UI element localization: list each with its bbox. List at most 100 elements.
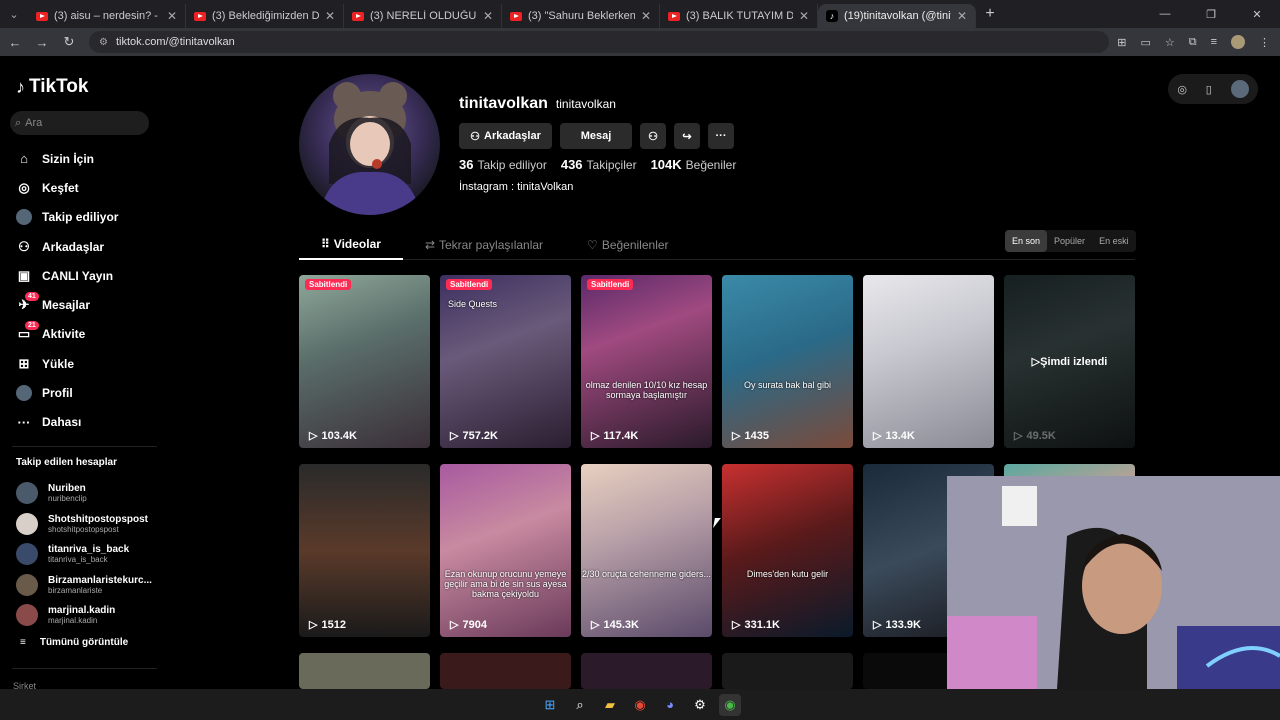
friends-button[interactable]: ⚇ Arkadaşlar <box>459 123 552 149</box>
compass-icon: ◎ <box>18 179 30 195</box>
chrome-active-icon[interactable]: ◉ <box>719 693 741 716</box>
tab-close-icon[interactable]: ✕ <box>167 9 177 23</box>
company-footer-link[interactable]: Şirket <box>13 681 36 689</box>
profile-avatar[interactable] <box>299 74 440 215</box>
extensions-icon[interactable]: ⧉ <box>1189 36 1197 49</box>
sidebar-item[interactable]: ⌂ Sizin İçin <box>0 144 160 173</box>
account-text: Nuriben nuribenclip <box>48 483 87 503</box>
sidebar-item[interactable]: ▭ 21 Aktivite <box>0 320 160 349</box>
sidebar-item[interactable]: ◎ Keşfet <box>0 173 160 202</box>
reload-icon[interactable]: ↻ <box>57 34 81 50</box>
taskbar-search-icon[interactable]: ⌕ <box>569 694 591 716</box>
sidebar-item[interactable]: Takip ediliyor <box>0 203 160 232</box>
video-thumbnail[interactable]: Ezan okunup orucunu yemeye geçilir ama b… <box>440 464 571 637</box>
browser-tab[interactable]: (3) "Sahuru Beklerken İzlemelik... ✕ <box>502 4 660 28</box>
tab-close-icon[interactable]: ✕ <box>641 9 651 23</box>
video-thumbnail[interactable] <box>581 653 712 689</box>
play-icon: ▷ <box>309 619 318 631</box>
tab-search-icon[interactable]: ⌄ <box>0 0 28 28</box>
video-thumbnail[interactable] <box>299 653 430 689</box>
browser-profile-avatar[interactable] <box>1231 35 1245 49</box>
video-thumbnail[interactable]: Oy surata bak bal gibi ▷ 1435 <box>722 275 853 448</box>
device-icon[interactable]: ▯ <box>1206 83 1212 96</box>
sidebar-item[interactable]: ✈ 41 Mesajlar <box>0 290 160 319</box>
discord-icon[interactable]: ◕ <box>659 694 681 716</box>
browser-tab[interactable]: (3) BALIK TUTAYIM DEDİM BAL... ✕ <box>660 4 818 28</box>
video-thumbnail[interactable] <box>722 653 853 689</box>
following-account[interactable]: marjinal.kadin marjinal.kadin <box>16 600 152 631</box>
message-button[interactable]: Mesaj <box>560 123 632 149</box>
following-account[interactable]: titanriva_is_back titanriva_is_back <box>16 539 152 570</box>
chrome-icon[interactable]: ◉ <box>629 694 651 716</box>
sidebar-item[interactable]: Profil <box>0 378 160 407</box>
sort-popular[interactable]: Popüler <box>1047 230 1092 252</box>
forward-icon[interactable]: → <box>30 35 54 50</box>
video-thumbnail[interactable]: Sabitlendi ▷ 103.4K <box>299 275 430 448</box>
reading-list-icon[interactable]: ≡ <box>1211 36 1217 48</box>
sidebar-divider <box>12 668 157 669</box>
file-explorer-icon[interactable]: ▰ <box>599 694 621 716</box>
sidebar-item[interactable]: ··· Dahası <box>0 408 160 437</box>
url-field[interactable]: ⚙ tiktok.com/@tinitavolkan <box>89 31 1109 53</box>
followers-stat[interactable]: 436 Takipçiler <box>561 157 637 172</box>
account-handle: birzamanlariste <box>48 585 103 595</box>
following-stat[interactable]: 36 Takip ediliyor <box>459 157 547 172</box>
coins-icon[interactable]: ◎ <box>1177 83 1187 96</box>
play-icon: ▷ <box>591 619 600 631</box>
account-handle: marjinal.kadin <box>48 616 98 626</box>
video-thumbnail[interactable]: ▷ Şimdi izlendi ▷ 49.5K <box>1004 275 1135 448</box>
browser-tab[interactable]: ♪ (19)tinitavolkan (@tinitavolkan)... ✕ <box>818 4 976 28</box>
translate-icon[interactable]: ⊞ <box>1117 36 1126 49</box>
search-input[interactable]: ⌕ Ara <box>10 111 149 135</box>
sort-oldest[interactable]: En eski <box>1092 230 1136 252</box>
view-count: ▷ 13.4K <box>873 429 915 443</box>
video-thumbnail[interactable]: ▷ 1512 <box>299 464 430 637</box>
suggested-accounts-button[interactable]: ⚇ <box>640 123 666 149</box>
see-all-button[interactable]: ≡ Tümünü görüntüle <box>20 637 128 648</box>
profile-avatar-icon <box>16 385 32 402</box>
close-window-icon[interactable]: ✕ <box>1234 0 1280 28</box>
pinned-badge: Sabitlendi <box>587 279 634 290</box>
play-icon: ▷ <box>732 619 741 631</box>
sidebar-item[interactable]: ⊞ Yükle <box>0 349 160 378</box>
share-button[interactable]: ↪ <box>674 123 700 149</box>
tab-close-icon[interactable]: ✕ <box>957 9 967 23</box>
following-account[interactable]: Nuriben nuribenclip <box>16 478 152 509</box>
following-account[interactable]: Birzamanlaristekurc... birzamanlariste <box>16 570 152 601</box>
tab-reposts[interactable]: ⇄ Tekrar paylaşılanlar <box>403 230 565 260</box>
video-thumbnail[interactable]: Dimes'den kutu gelir ▷ 331.1K <box>722 464 853 637</box>
browser-tab[interactable]: (3) aisu – nerdesin? - YouTube ✕ <box>28 4 186 28</box>
cast-icon[interactable]: ▭ <box>1140 36 1150 49</box>
sidebar-item[interactable]: ⚇ Arkadaşlar <box>0 232 160 261</box>
video-thumbnail[interactable] <box>440 653 571 689</box>
tab-videos[interactable]: ⠿ Videolar <box>299 230 403 260</box>
back-icon[interactable]: ← <box>3 35 27 50</box>
video-thumbnail[interactable]: Sabitlendi Side Quests ▷ 757.2K <box>440 275 571 448</box>
video-thumbnail[interactable]: Sabitlendi olmaz denilen 10/10 kız hesap … <box>581 275 712 448</box>
minimize-icon[interactable]: — <box>1142 0 1188 28</box>
tiktok-logo[interactable]: ♪ TikTok <box>16 76 88 98</box>
sort-latest[interactable]: En son <box>1005 230 1048 252</box>
video-thumbnail[interactable]: ▷ 13.4K <box>863 275 994 448</box>
windows-start-icon[interactable]: ⊞ <box>539 694 561 716</box>
following-account[interactable]: Shotshitpostopspost shotshitpostopspost <box>16 509 152 540</box>
settings-gear-icon[interactable]: ⚙ <box>689 694 711 716</box>
video-caption: Oy surata bak bal gibi <box>743 380 832 390</box>
browser-menu-icon[interactable]: ⋮ <box>1259 36 1270 49</box>
sidebar: ♪ TikTok ⌕ Ara ⌂ Sizin İçin ◎ Keşfet Takip e… <box>0 56 160 689</box>
tab-close-icon[interactable]: ✕ <box>799 9 809 23</box>
tab-liked[interactable]: ♡ Beğenilenler <box>565 230 690 260</box>
sidebar-item[interactable]: ▣ CANLI Yayın <box>0 261 160 290</box>
user-avatar[interactable] <box>1230 80 1249 98</box>
new-tab-button[interactable]: + <box>976 5 1004 23</box>
browser-tab[interactable]: (3) Beklediğimizden Daha Sam... ✕ <box>186 4 344 28</box>
site-info-icon[interactable]: ⚙ <box>99 37 108 48</box>
maximize-icon[interactable]: ❐ <box>1188 0 1234 28</box>
more-options-button[interactable]: ··· <box>708 123 734 149</box>
play-icon: ▷ <box>591 430 600 442</box>
browser-tab[interactable]: (3) NERELİ OLDUĞUNU TAHMİ... ✕ <box>344 4 502 28</box>
video-thumbnail[interactable]: 2/30 oruçta cehenneme giders... ▷ 145.3K <box>581 464 712 637</box>
bookmark-star-icon[interactable]: ☆ <box>1165 36 1175 49</box>
tab-close-icon[interactable]: ✕ <box>483 9 493 23</box>
tab-close-icon[interactable]: ✕ <box>325 9 335 23</box>
